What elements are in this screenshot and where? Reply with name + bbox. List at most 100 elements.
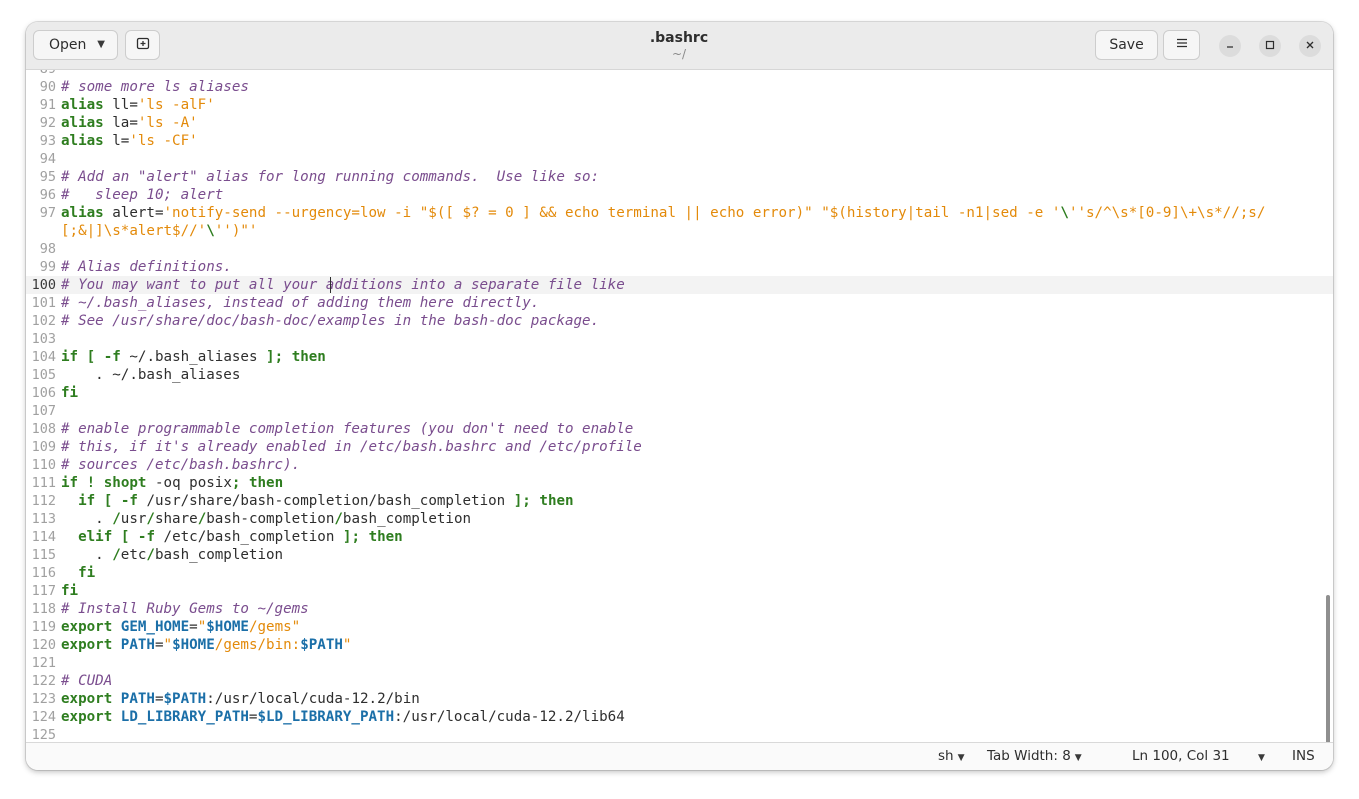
save-button[interactable]: Save [1095,30,1158,60]
minimize-button[interactable] [1219,35,1241,57]
code-token: ]; [513,493,531,509]
code-line[interactable]: 113 . /usr/share/bash-completion/bash_co… [26,510,1333,528]
code-line[interactable]: 106 fi [26,384,1333,402]
open-button[interactable]: Open ▼ [33,30,118,60]
code-token: then [368,529,403,545]
code-token: 'ls -CF' [129,133,198,149]
code-line[interactable]: 89 [26,70,1333,78]
code-token: export [61,709,113,725]
code-line[interactable]: 121 [26,654,1333,672]
code-line[interactable]: 104 if [ -f ~/.bash_aliases ]; then [26,348,1333,366]
code-line[interactable]: 116 fi [26,564,1333,582]
code-line[interactable]: 120 export PATH="$HOME/gems/bin:$PATH" [26,636,1333,654]
code-token: # sources /etc/bash.bashrc). [61,457,301,473]
code-lines[interactable]: 8990# some more ls aliases91alias ll='ls… [26,70,1333,744]
code-line[interactable]: 93 alias l='ls -CF' [26,132,1333,150]
code-token: $PATH [300,637,343,653]
code-line[interactable]: 124 export LD_LIBRARY_PATH=$LD_LIBRARY_PA… [26,708,1333,726]
code-line[interactable]: 100 # You may want to put all your additi… [26,276,1333,294]
insert-mode-indicator[interactable]: INS [1292,748,1315,765]
text-cursor [330,277,331,293]
position-menu-toggle[interactable]: ▼ [1254,748,1265,767]
text-editor-area[interactable]: 8990# some more ls aliases91alias ll='ls… [26,70,1333,744]
code-line[interactable]: 107 [26,402,1333,420]
code-line[interactable]: 99 # Alias definitions. [26,258,1333,276]
code-token: $HOME [206,619,249,635]
maximize-button[interactable] [1259,35,1281,57]
code-line[interactable]: 102 # See /usr/share/doc/bash-doc/example… [26,312,1333,330]
line-number: 124 [31,709,56,725]
code-token: GEM_HOME [120,619,190,635]
maximize-icon [1265,40,1275,53]
code-line[interactable]: 103 [26,330,1333,348]
code-line[interactable]: 97 alias alert='notify-send --urgency=low… [26,204,1333,222]
code-token: /gems/bin: [214,637,301,653]
save-button-label: Save [1109,37,1144,53]
tab-width-label: Tab Width: 8 [987,748,1071,764]
code-token: '')"' [214,223,258,239]
code-line[interactable]: 90 # some more ls aliases [26,78,1333,96]
line-number: 93 [39,133,56,149]
code-line[interactable]: 122 # CUDA [26,672,1333,690]
code-line[interactable]: 98 [26,240,1333,258]
code-line[interactable]: 111 if ! shopt -oq posix; then [26,474,1333,492]
code-token: ~/.bash_aliases [120,349,267,365]
code-line[interactable]: 112 if [ -f /usr/share/bash-completion/b… [26,492,1333,510]
line-text: alias ll='ls -alF' [61,96,215,114]
code-line[interactable]: 109 # this, if it's already enabled in /e… [26,438,1333,456]
code-token: [;&|]\s*alert$//' [61,223,207,239]
code-token: $LD_LIBRARY_PATH [257,709,395,725]
line-number: 116 [31,565,56,581]
code-token: l= [103,133,130,149]
code-line[interactable]: 108 # enable programmable completion feat… [26,420,1333,438]
code-line[interactable]: [;&|]\s*alert$//'\'')"' [26,222,1333,240]
code-line[interactable]: 118 # Install Ruby Gems to ~/gems [26,600,1333,618]
code-line[interactable]: 95 # Add an "alert" alias for long runnin… [26,168,1333,186]
language-selector[interactable]: sh ▼ [938,748,965,767]
code-token: # See /usr/share/doc/bash-doc/examples i… [61,313,600,329]
line-text: # enable programmable completion feature… [61,420,633,438]
cursor-position[interactable]: Ln 100, Col 31 [1132,748,1230,765]
code-line[interactable]: 91 alias ll='ls -alF' [26,96,1333,114]
line-number: 109 [31,439,56,455]
tab-width-selector[interactable]: Tab Width: 8 ▼ [987,748,1082,767]
code-line[interactable]: 105 . ~/.bash_aliases [26,366,1333,384]
code-token: \ [1060,205,1069,221]
close-button[interactable] [1299,35,1321,57]
code-token: 'ls -alF' [137,97,215,113]
code-token: PATH [120,637,155,653]
code-line[interactable]: 92 alias la='ls -A' [26,114,1333,132]
code-token: bash_completion [342,511,472,527]
code-token: if [61,349,79,365]
vertical-scrollbar[interactable] [1326,595,1330,744]
code-line[interactable]: 110 # sources /etc/bash.bashrc). [26,456,1333,474]
code-line[interactable]: 94 [26,150,1333,168]
line-text: # this, if it's already enabled in /etc/… [61,438,642,456]
code-line[interactable]: 115 . /etc/bash_completion [26,546,1333,564]
main-menu-button[interactable] [1163,30,1200,60]
line-number: 117 [31,583,56,599]
new-document-button[interactable] [125,30,160,60]
line-number: 123 [31,691,56,707]
code-token: export [61,619,113,635]
code-line[interactable]: 119 export GEM_HOME="$HOME/gems" [26,618,1333,636]
line-number: 100 [31,277,56,293]
code-line[interactable]: 101 # ~/.bash_aliases, instead of adding … [26,294,1333,312]
code-token: # CUDA [61,673,113,689]
code-line[interactable]: 123 export PATH=$PATH:/usr/local/cuda-12.… [26,690,1333,708]
code-token: elif [78,529,113,545]
line-text: # Alias definitions. [61,258,232,276]
line-text: elif [ -f /etc/bash_completion ]; then [61,528,403,546]
code-token: " [197,619,207,635]
code-line[interactable]: 96 # sleep 10; alert [26,186,1333,204]
code-line[interactable]: 117 fi [26,582,1333,600]
code-line[interactable]: 114 elif [ -f /etc/bash_completion ]; th… [26,528,1333,546]
